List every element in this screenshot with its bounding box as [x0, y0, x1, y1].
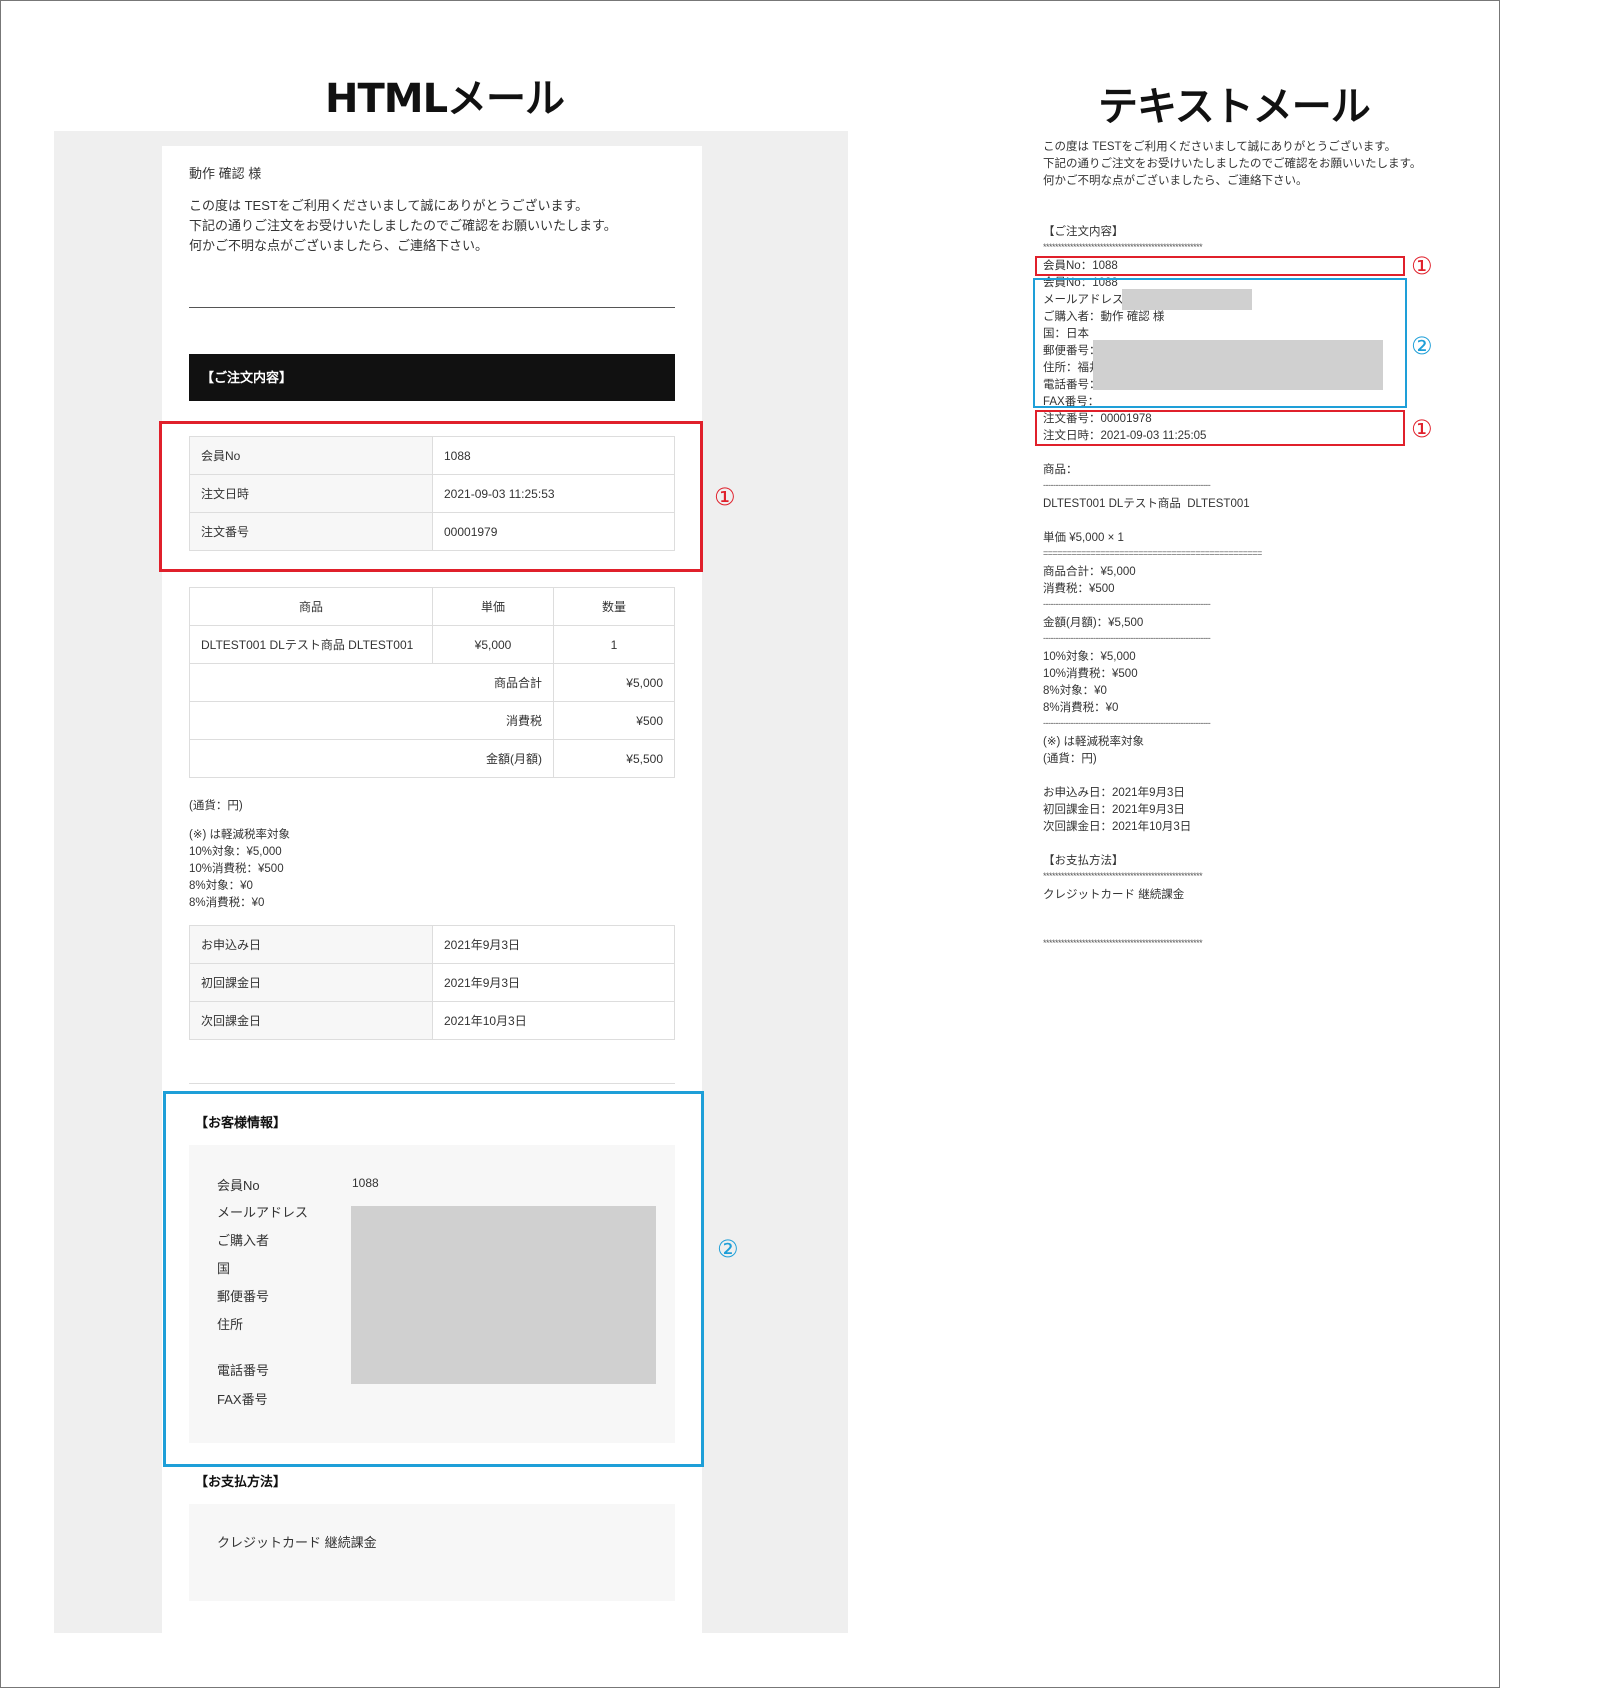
header-product: 商品	[189, 587, 433, 626]
tax-note: 10%対象：¥5,000	[189, 846, 282, 858]
text-intro-line: この度は TESTをご利用くださいまして誠にありがとうございます。	[1043, 141, 1397, 153]
order-section-title: 【ご注文内容】	[189, 354, 675, 401]
intro-line-3: 何かご不明な点がございましたら、ご連絡下さい。	[189, 238, 489, 253]
table-row: 金額(月額) ¥5,500	[189, 739, 675, 778]
text-separator: ****************************************…	[1043, 871, 1203, 881]
total-value: ¥500	[553, 701, 675, 740]
table-header-row: 商品 単価 数量	[189, 587, 675, 626]
header-qty: 数量	[553, 587, 675, 626]
marker-1: ①	[1411, 252, 1433, 280]
text-tax10: 10%消費税：¥500	[1043, 668, 1138, 680]
highlight-box-1	[159, 421, 703, 572]
highlight-box-1	[1035, 256, 1405, 276]
text-intro-line: 何かご不明な点がございましたら、ご連絡下さい。	[1043, 175, 1308, 187]
header-unit-price: 単価	[432, 587, 554, 626]
tax-note: (※) は軽減税率対象	[189, 829, 290, 841]
date-label: 初回課金日	[189, 963, 433, 1002]
text-currency: (通貨：円)	[1043, 753, 1097, 765]
html-mail-heading: HTMLメール	[325, 76, 565, 122]
total-label: 金額(月額)	[189, 739, 554, 778]
currency-note: (通貨：円)	[189, 800, 243, 812]
total-value: ¥5,500	[553, 739, 675, 778]
divider	[189, 307, 675, 308]
text-tax10-target: 10%対象：¥5,000	[1043, 651, 1136, 663]
payment-section-title: 【お支払方法】	[195, 1474, 287, 1489]
total-label: 消費税	[189, 701, 554, 740]
text-order-title: 【ご注文内容】	[1043, 226, 1124, 238]
table-row: お申込み日 2021年9月3日	[189, 925, 675, 964]
item-product: DLTEST001 DLテスト商品 DLTEST001	[189, 625, 433, 664]
text-tax: 消費税：¥500	[1043, 583, 1115, 595]
text-separator: ****************************************…	[1043, 242, 1203, 252]
text-separator: ----------------------------------------…	[1043, 718, 1211, 728]
table-row: 商品合計 ¥5,000	[189, 663, 675, 702]
tax-note: 8%対象：¥0	[189, 880, 253, 892]
date-value: 2021年10月3日	[432, 1001, 675, 1040]
tax-note: 8%消費税：¥0	[189, 897, 265, 909]
highlight-box-1	[1035, 410, 1405, 446]
text-product-label: 商品：	[1043, 464, 1078, 476]
date-value: 2021年9月3日	[432, 963, 675, 1002]
marker-2: ②	[717, 1235, 739, 1263]
text-separator: ----------------------------------------…	[1043, 633, 1211, 643]
text-reduced-note: (※) は軽減税率対象	[1043, 736, 1144, 748]
text-subtotal: 商品合計：¥5,000	[1043, 566, 1136, 578]
text-intro-line: 下記の通りご注文をお受けいたしましたのでご確認をお願いいたします。	[1043, 158, 1422, 170]
text-separator: ----------------------------------------…	[1043, 480, 1211, 490]
text-payment-method: クレジットカード 継続課金	[1043, 889, 1185, 901]
table-row: 初回課金日 2021年9月3日	[189, 963, 675, 1002]
table-row: 消費税 ¥500	[189, 701, 675, 740]
text-tax8: 8%消費税：¥0	[1043, 702, 1119, 714]
text-product-line: DLTEST001 DLテスト商品 DLTEST001	[1043, 498, 1250, 510]
item-unit-price: ¥5,000	[432, 625, 554, 664]
table-row: DLTEST001 DLテスト商品 DLTEST001 ¥5,000 1	[189, 625, 675, 664]
marker-2: ②	[1411, 332, 1433, 360]
intro-line-2: 下記の通りご注文をお受けいたしましたのでご確認をお願いいたします。	[189, 218, 617, 233]
text-separator: ========================================…	[1043, 548, 1262, 558]
greeting: 動作 確認 様	[189, 166, 262, 181]
tax-note: 10%消費税：¥500	[189, 863, 284, 875]
text-unit-line: 単価 ¥5,000 × 1	[1043, 532, 1124, 544]
date-value: 2021年9月3日	[432, 925, 675, 964]
dates-table: お申込み日 2021年9月3日 初回課金日 2021年9月3日 次回課金日 20…	[189, 925, 675, 1040]
text-mail-heading: テキストメール	[1098, 84, 1371, 130]
text-tax8-target: 8%対象：¥0	[1043, 685, 1107, 697]
total-value: ¥5,000	[553, 663, 675, 702]
total-label: 商品合計	[189, 663, 554, 702]
table-row: 次回課金日 2021年10月3日	[189, 1001, 675, 1040]
divider	[189, 1083, 675, 1084]
date-label: お申込み日	[189, 925, 433, 964]
text-payment-title: 【お支払方法】	[1043, 855, 1124, 867]
intro-line-1: この度は TESTをご利用くださいまして誠にありがとうございます。	[189, 198, 589, 213]
payment-method: クレジットカード 継続課金	[217, 1535, 377, 1550]
text-separator: ****************************************…	[1043, 938, 1203, 948]
text-separator: ----------------------------------------…	[1043, 599, 1211, 609]
marker-1: ①	[714, 483, 736, 511]
date-label: 次回課金日	[189, 1001, 433, 1040]
marker-1: ①	[1411, 415, 1433, 443]
payment-panel	[189, 1504, 675, 1601]
items-table: 商品 単価 数量 DLTEST001 DLテスト商品 DLTEST001 ¥5,…	[189, 587, 675, 778]
highlight-box-2	[1033, 278, 1407, 408]
text-amount: 金額(月額)：¥5,500	[1043, 617, 1144, 629]
item-qty: 1	[553, 625, 675, 664]
highlight-box-2	[163, 1091, 704, 1467]
text-next-charge: 次回課金日：2021年10月3日	[1043, 821, 1192, 833]
text-apply-date: お申込み日：2021年9月3日	[1043, 787, 1185, 799]
text-first-charge: 初回課金日：2021年9月3日	[1043, 804, 1185, 816]
